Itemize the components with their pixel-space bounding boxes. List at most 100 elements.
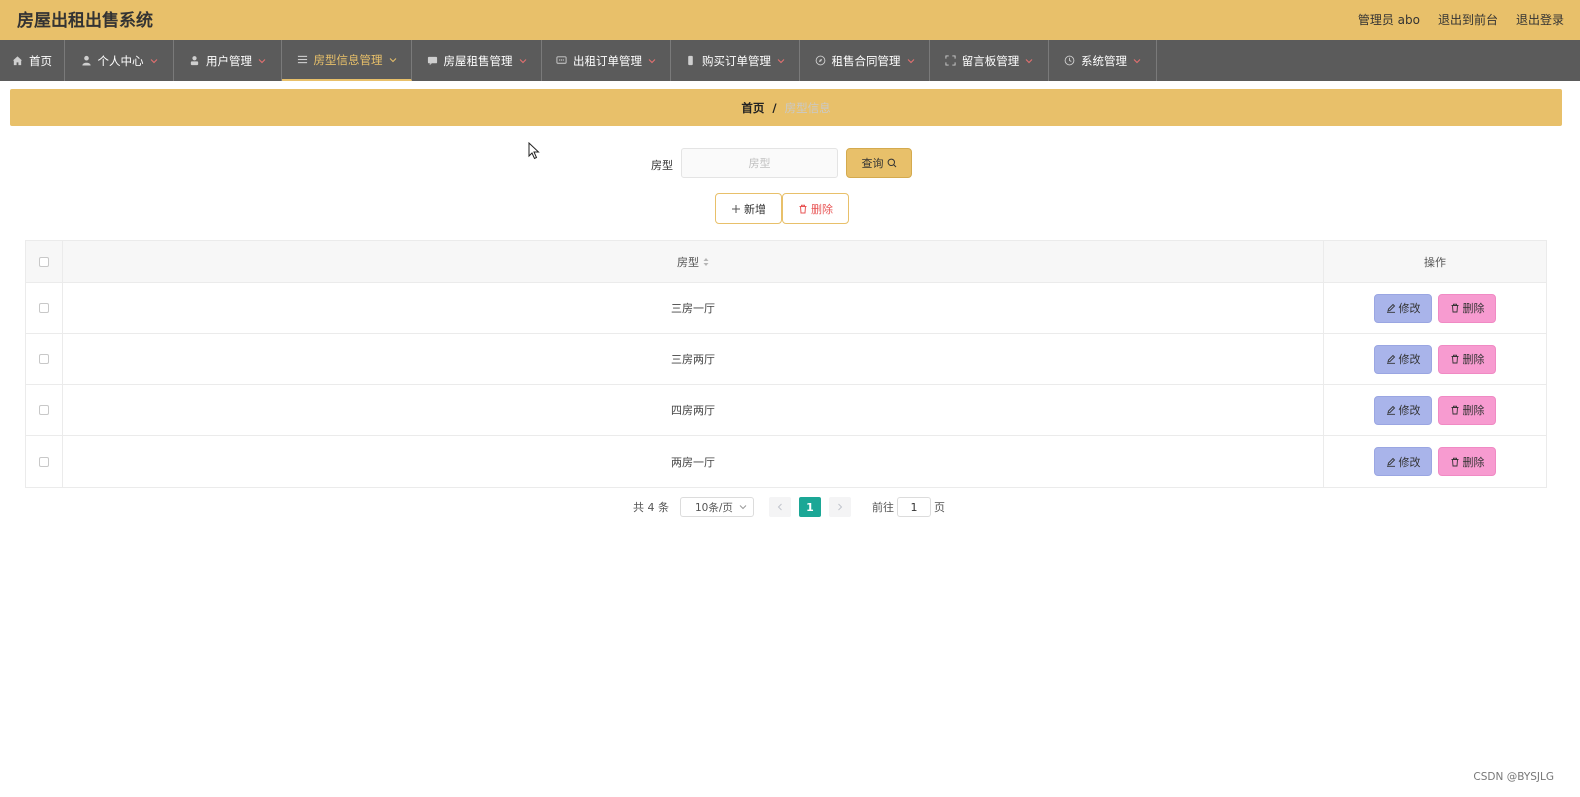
- search-input[interactable]: [681, 148, 838, 178]
- trash-icon: [798, 204, 808, 214]
- nav-item-contract[interactable]: 租售合同管理: [800, 40, 930, 81]
- header-ops-label: 操作: [1424, 255, 1446, 269]
- delete-label: 删除: [811, 202, 833, 216]
- header-type[interactable]: 房型: [63, 241, 1324, 282]
- edit-label: 修改: [1398, 404, 1421, 417]
- chevron-down-icon: [739, 503, 747, 511]
- chevron-down-icon: [777, 57, 785, 65]
- delete-row-label: 删除: [1462, 302, 1485, 315]
- table-row: 四房两厅 修改 删除: [26, 385, 1546, 436]
- row-checkbox[interactable]: [39, 405, 49, 415]
- nav-label: 首页: [29, 53, 52, 68]
- page-size-select[interactable]: 10条/页: [680, 497, 754, 517]
- nav-item-user-management[interactable]: 用户管理: [174, 40, 282, 81]
- edit-icon: [1386, 354, 1396, 364]
- logout-link[interactable]: 退出登录: [1516, 11, 1564, 28]
- message-icon: [556, 55, 567, 66]
- sort-icon[interactable]: [703, 257, 709, 267]
- nav-label: 用户管理: [206, 53, 252, 68]
- user-manage-icon: [189, 55, 200, 66]
- nav-label: 租售合同管理: [831, 53, 901, 68]
- edit-button[interactable]: 修改: [1374, 395, 1432, 425]
- search-label: 房型: [651, 159, 673, 172]
- user-icon: [81, 55, 92, 66]
- delete-row-button[interactable]: 删除: [1438, 344, 1496, 374]
- nav-label: 留言板管理: [961, 53, 1020, 68]
- phone-icon: [685, 55, 696, 66]
- next-page-button[interactable]: [829, 497, 851, 517]
- delete-row-button[interactable]: 删除: [1438, 395, 1496, 425]
- edit-button[interactable]: 修改: [1374, 293, 1432, 323]
- nav-label: 房屋租售管理: [443, 53, 513, 68]
- add-label: 新增: [744, 202, 766, 216]
- chevron-left-icon: [776, 503, 784, 511]
- nav-item-house-sale[interactable]: 房屋租售管理: [412, 40, 542, 81]
- row-type: 两房一厅: [671, 455, 715, 469]
- table-row: 三房两厅 修改 删除: [26, 334, 1546, 385]
- select-all-checkbox[interactable]: [39, 256, 49, 267]
- page-size-value: 10条/页: [695, 501, 733, 514]
- chevron-down-icon: [907, 57, 915, 65]
- chevron-right-icon: [836, 503, 844, 511]
- edit-button[interactable]: 修改: [1374, 447, 1432, 476]
- search-icon: [887, 158, 897, 168]
- admin-user-label[interactable]: 管理员 abo: [1358, 11, 1420, 28]
- delete-row-label: 删除: [1462, 353, 1485, 366]
- row-checkbox[interactable]: [39, 303, 49, 313]
- edit-label: 修改: [1398, 302, 1421, 315]
- page-unit-label: 页: [934, 501, 945, 514]
- chevron-down-icon: [389, 56, 397, 64]
- table-row: 两房一厅 修改 删除: [26, 436, 1546, 487]
- row-type: 三房一厅: [671, 302, 715, 315]
- nav-label: 出租订单管理: [573, 53, 642, 68]
- home-icon: [12, 55, 23, 66]
- fullscreen-icon: [945, 55, 956, 66]
- delete-row-button[interactable]: 删除: [1438, 447, 1496, 476]
- nav-label: 购买订单管理: [702, 53, 771, 68]
- edit-icon: [1386, 303, 1396, 313]
- goto-page-input[interactable]: [897, 497, 931, 517]
- batch-delete-button[interactable]: 删除: [782, 193, 849, 224]
- goto-label: 前往: [872, 501, 894, 514]
- add-button[interactable]: 新增: [715, 193, 782, 224]
- nav-item-rent-order[interactable]: 出租订单管理: [542, 40, 671, 81]
- breadcrumb-separator: /: [772, 100, 777, 115]
- chevron-down-icon: [150, 57, 158, 65]
- nav-item-message-board[interactable]: 留言板管理: [930, 40, 1049, 81]
- table-header: 房型 操作: [26, 241, 1546, 283]
- delete-row-label: 删除: [1462, 455, 1485, 469]
- prev-page-button[interactable]: [769, 497, 791, 517]
- top-header: 房屋出租出售系统 管理员 abo 退出到前台 退出登录: [0, 0, 1580, 40]
- edit-icon: [1386, 457, 1396, 467]
- room-type-table: 房型 操作 三房一厅 修改 删除 三房两厅 修改 删除 四房两厅 修改 删除 两…: [25, 240, 1547, 488]
- nav-item-home[interactable]: 首页: [0, 40, 65, 81]
- row-checkbox[interactable]: [39, 354, 49, 364]
- nav-item-system[interactable]: 系统管理: [1049, 40, 1157, 81]
- page-number-current[interactable]: 1: [799, 497, 821, 517]
- edit-label: 修改: [1398, 455, 1421, 469]
- nav-item-purchase-order[interactable]: 购买订单管理: [671, 40, 800, 81]
- pagination: 共 4 条 10条/页 1 前往 页: [633, 497, 945, 517]
- chevron-down-icon: [648, 57, 656, 65]
- trash-icon: [1450, 405, 1460, 415]
- nav-label: 房型信息管理: [313, 52, 383, 67]
- row-type: 三房两厅: [671, 353, 715, 366]
- clock-icon: [1064, 55, 1075, 66]
- nav-label: 个人中心: [97, 53, 144, 68]
- back-to-front-link[interactable]: 退出到前台: [1438, 11, 1498, 28]
- breadcrumb-home[interactable]: 首页: [741, 100, 764, 116]
- edit-icon: [1386, 405, 1396, 415]
- trash-icon: [1450, 303, 1460, 313]
- chevron-down-icon: [1025, 57, 1033, 65]
- nav-item-personal-center[interactable]: 个人中心: [65, 40, 174, 81]
- query-button[interactable]: 查询: [846, 148, 912, 178]
- chevron-down-icon: [1133, 57, 1141, 65]
- delete-row-button[interactable]: 删除: [1438, 293, 1496, 323]
- edit-button[interactable]: 修改: [1374, 344, 1432, 374]
- row-type: 四房两厅: [671, 404, 715, 417]
- top-links: 管理员 abo 退出到前台 退出登录: [1358, 11, 1564, 28]
- chat-icon: [427, 55, 438, 66]
- watermark: CSDN @BYSJLG: [1473, 771, 1554, 783]
- nav-item-room-type[interactable]: 房型信息管理: [282, 40, 412, 81]
- row-checkbox[interactable]: [39, 456, 49, 467]
